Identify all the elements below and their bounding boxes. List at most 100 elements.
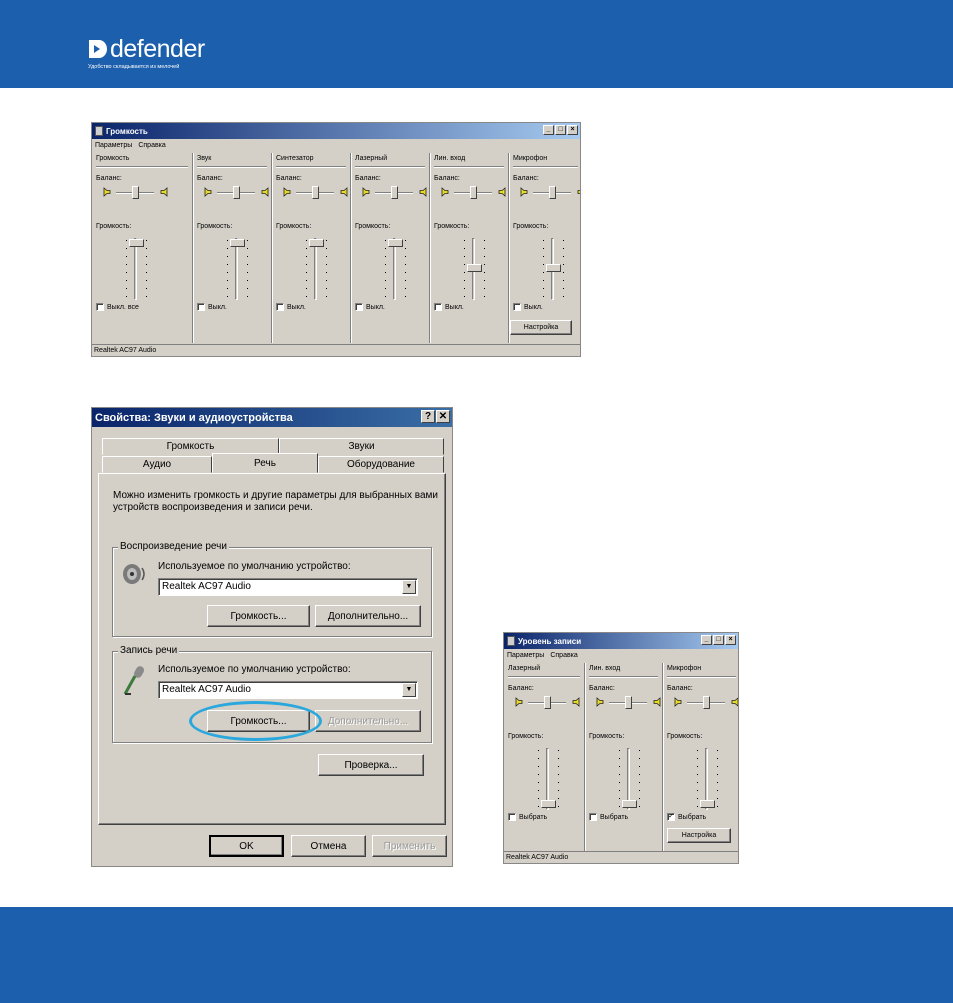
balance-label: Баланс: (508, 685, 534, 692)
mute-checkbox[interactable]: Выкл. все (96, 303, 139, 311)
checkbox-box[interactable] (508, 813, 516, 821)
chevron-down-icon[interactable]: ▼ (402, 683, 416, 697)
close-button[interactable]: × (725, 635, 736, 645)
speaker-small-icon (572, 697, 580, 707)
column-divider (276, 166, 346, 167)
volume-slider-thumb[interactable] (467, 264, 482, 272)
mixer-column: Микрофон Баланс: Громкость: Выкл. (508, 153, 580, 343)
balance-slider-thumb[interactable] (391, 186, 398, 199)
maximize-button[interactable]: □ (555, 125, 566, 135)
cancel-button[interactable]: Отмена (291, 835, 366, 857)
test-button[interactable]: Проверка... (318, 754, 424, 776)
playback-device-select[interactable]: Realtek AC97 Audio ▼ (158, 578, 418, 596)
menu-help[interactable]: Справка (550, 652, 577, 659)
mute-checkbox[interactable]: Выкл. (513, 303, 543, 311)
balance-slider-thumb[interactable] (132, 186, 139, 199)
mute-checkbox[interactable]: Выкл. (355, 303, 385, 311)
tick-marks (126, 240, 127, 298)
speaker-small-icon (419, 187, 427, 197)
checkbox-box[interactable] (355, 303, 363, 311)
column-name: Громкость (96, 155, 130, 162)
speaker-small-icon (340, 187, 348, 197)
volume-slider-thumb[interactable] (622, 800, 637, 808)
minimize-button[interactable]: _ (543, 125, 554, 135)
dialog-close-button[interactable]: ✕ (436, 410, 450, 423)
recording-device-label: Используемое по умолчанию устройство: (158, 664, 351, 675)
balance-label: Баланс: (513, 175, 539, 182)
mixer-column: Лазерный Баланс: Громкость: Выкл. (350, 153, 429, 343)
speaker-icon (123, 564, 145, 584)
recording-settings-button[interactable]: Настройка (667, 828, 731, 843)
playback-advanced-button[interactable]: Дополнительно... (315, 605, 421, 627)
mute-checkbox[interactable]: Выбрать (589, 813, 628, 821)
dialog-titlebar: Свойства: Звуки и аудиоустройства ? ✕ (92, 408, 452, 427)
chevron-down-icon[interactable]: ▼ (402, 580, 416, 594)
volume-slider-track[interactable] (134, 238, 137, 300)
mute-checkbox[interactable]: Выкл. (276, 303, 306, 311)
minimize-button[interactable]: _ (701, 635, 712, 645)
menu-params[interactable]: Параметры (95, 142, 132, 149)
mixer-column: Звук Баланс: Громкость: Выкл. (192, 153, 271, 343)
playback-group: Воспроизведение речи Используемое по умо… (112, 541, 432, 637)
balance-slider-thumb[interactable] (544, 696, 551, 709)
volume-slider-thumb[interactable] (230, 239, 245, 248)
mute-checkbox[interactable]: ✓ Выбрать (667, 813, 706, 821)
help-button[interactable]: ? (421, 410, 435, 423)
balance-slider-thumb[interactable] (625, 696, 632, 709)
mixer-column: Синтезатор Баланс: Громкость: Выкл. (271, 153, 350, 343)
balance-slider-thumb[interactable] (549, 186, 556, 199)
mute-checkbox[interactable]: Выкл. (197, 303, 227, 311)
recording-device-select[interactable]: Realtek AC97 Audio ▼ (158, 681, 418, 699)
speech-description: Можно изменить громкость и другие параме… (113, 490, 438, 513)
speaker-small-icon (674, 697, 682, 707)
header-band: defender Удобство складывается из мелоче… (0, 0, 953, 88)
tick-marks (227, 240, 228, 298)
playback-device-value: Realtek AC97 Audio (162, 581, 251, 592)
volume-slider-thumb[interactable] (129, 239, 144, 248)
balance-slider-thumb[interactable] (470, 186, 477, 199)
balance-slider-thumb[interactable] (703, 696, 710, 709)
volume-slider-track[interactable] (393, 238, 396, 300)
column-name: Лин. вход (434, 155, 466, 162)
mute-checkbox[interactable]: Выбрать (508, 813, 547, 821)
ok-button[interactable]: OK (209, 835, 284, 857)
tick-marks (543, 240, 544, 298)
recording-window: Уровень записи _ □ × Параметры Справка Л… (503, 632, 739, 864)
checkbox-box[interactable] (589, 813, 597, 821)
checkbox-box[interactable] (197, 303, 205, 311)
volume-slider-thumb[interactable] (700, 800, 715, 808)
checkbox-box[interactable] (434, 303, 442, 311)
tab-audio[interactable]: Аудио (102, 456, 212, 473)
volume-slider-thumb[interactable] (388, 239, 403, 248)
volume-slider-track[interactable] (235, 238, 238, 300)
speaker-app-icon (507, 636, 515, 646)
maximize-button[interactable]: □ (713, 635, 724, 645)
balance-slider-thumb[interactable] (312, 186, 319, 199)
column-name: Лин. вход (589, 665, 621, 672)
playback-volume-button[interactable]: Громкость... (207, 605, 310, 627)
volume-slider-thumb[interactable] (541, 800, 556, 808)
mute-checkbox[interactable]: Выкл. (434, 303, 464, 311)
tab-hardware[interactable]: Оборудование (318, 456, 444, 473)
close-button[interactable]: × (567, 125, 578, 135)
checkbox-box[interactable]: ✓ (667, 813, 675, 821)
mixer-column: Микрофон Баланс: Громкость: ✓ Выбрать (662, 663, 738, 851)
balance-slider-thumb[interactable] (233, 186, 240, 199)
settings-button[interactable]: Настройка (510, 320, 572, 335)
tab-speech[interactable]: Речь (212, 453, 318, 473)
column-name: Микрофон (667, 665, 702, 672)
volume-slider-track[interactable] (314, 238, 317, 300)
speaker-small-icon (515, 697, 523, 707)
checkbox-box[interactable] (96, 303, 104, 311)
volume-slider-thumb[interactable] (546, 264, 561, 272)
speaker-small-icon (362, 187, 370, 197)
column-divider (96, 166, 188, 167)
logo-mark-icon (89, 40, 107, 58)
checkbox-box[interactable] (276, 303, 284, 311)
volume-label: Громкость: (667, 733, 703, 740)
volume-slider-thumb[interactable] (309, 239, 324, 248)
menu-help[interactable]: Справка (138, 142, 165, 149)
balance-label: Баланс: (355, 175, 381, 182)
checkbox-box[interactable] (513, 303, 521, 311)
menu-params[interactable]: Параметры (507, 652, 544, 659)
